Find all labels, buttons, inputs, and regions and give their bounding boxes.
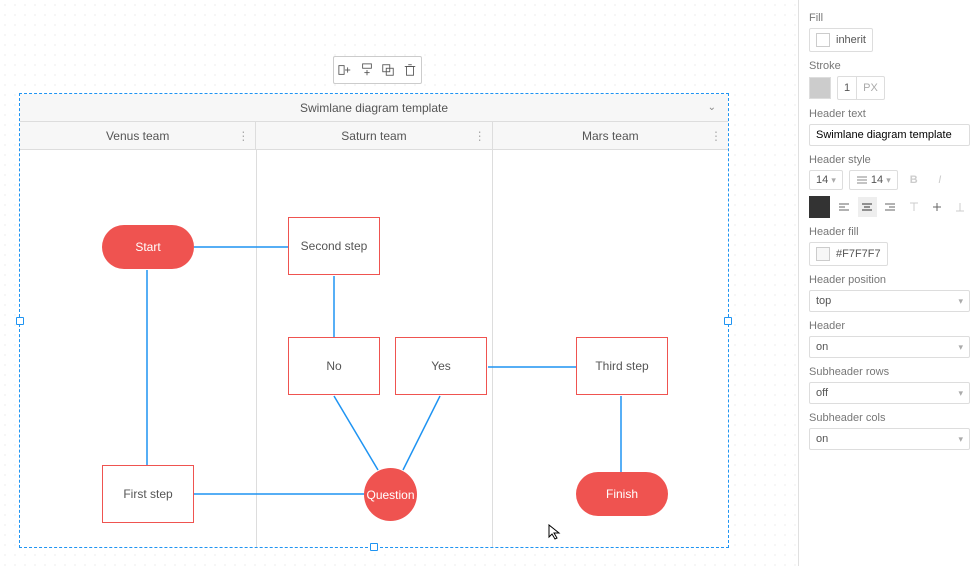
resize-handle-bottom[interactable] bbox=[370, 543, 378, 551]
properties-panel: Fill inherit Stroke 1 PX Header text Hea… bbox=[798, 0, 980, 566]
stroke-width-value[interactable]: 1 bbox=[838, 77, 857, 99]
node-label: Finish bbox=[606, 487, 638, 501]
node-yes[interactable]: Yes bbox=[395, 337, 487, 395]
line-height-icon bbox=[856, 174, 868, 186]
node-label: Second step bbox=[301, 239, 368, 253]
subheader-rows-select[interactable]: off ▾ bbox=[809, 382, 970, 404]
node-label: Start bbox=[135, 240, 160, 254]
node-third-step[interactable]: Third step bbox=[576, 337, 668, 395]
resize-handle-right[interactable] bbox=[724, 317, 732, 325]
header-toggle-label: Header bbox=[809, 320, 970, 332]
fill-color-swatch[interactable] bbox=[816, 33, 830, 47]
column-label: Mars team bbox=[582, 129, 639, 143]
fill-label: Fill bbox=[809, 12, 970, 24]
subheader-rows-value: off bbox=[816, 387, 828, 399]
column-menu-icon[interactable]: ⋮ bbox=[710, 129, 722, 143]
subheader-cols-label: Subheader cols bbox=[809, 412, 970, 424]
chevron-down-icon: ▾ bbox=[958, 434, 963, 445]
subheader-cols-value: on bbox=[816, 433, 828, 445]
node-label: No bbox=[326, 359, 341, 373]
subheader-rows-label: Subheader rows bbox=[809, 366, 970, 378]
header-position-label: Header position bbox=[809, 274, 970, 286]
add-below-icon[interactable] bbox=[358, 61, 376, 79]
column-menu-icon[interactable]: ⋮ bbox=[474, 129, 486, 143]
canvas[interactable]: Swimlane diagram template ⌄ Venus team ⋮… bbox=[0, 0, 798, 566]
header-fill-control[interactable]: #F7F7F7 bbox=[809, 242, 888, 266]
node-finish[interactable]: Finish bbox=[576, 472, 668, 516]
node-label: Question bbox=[366, 488, 414, 502]
font-size-value: 14 bbox=[816, 174, 828, 186]
chevron-down-icon: ▾ bbox=[958, 296, 963, 307]
swimlane-title-bar[interactable]: Swimlane diagram template ⌄ bbox=[20, 94, 728, 122]
header-toggle-select[interactable]: on ▾ bbox=[809, 336, 970, 358]
align-center-button[interactable] bbox=[858, 197, 877, 217]
chevron-down-icon: ▾ bbox=[958, 388, 963, 399]
column-header-saturn[interactable]: Saturn team ⋮ bbox=[256, 122, 492, 149]
align-right-button[interactable] bbox=[881, 197, 900, 217]
valign-bottom-button[interactable] bbox=[951, 197, 970, 217]
stroke-color-swatch[interactable] bbox=[809, 77, 831, 99]
copy-icon[interactable] bbox=[379, 61, 397, 79]
chevron-down-icon: ▾ bbox=[958, 342, 963, 353]
header-position-select[interactable]: top ▾ bbox=[809, 290, 970, 312]
text-color-swatch[interactable] bbox=[809, 196, 830, 218]
subheader-cols-select[interactable]: on ▾ bbox=[809, 428, 970, 450]
node-question[interactable]: Question bbox=[364, 468, 417, 521]
add-right-icon[interactable] bbox=[336, 61, 354, 79]
swimlane-container[interactable]: Swimlane diagram template ⌄ Venus team ⋮… bbox=[19, 93, 729, 548]
column-label: Venus team bbox=[106, 129, 169, 143]
node-label: Third step bbox=[595, 359, 648, 373]
resize-handle-left[interactable] bbox=[16, 317, 24, 325]
stroke-unit: PX bbox=[857, 77, 884, 99]
fill-value: inherit bbox=[836, 34, 866, 46]
valign-top-button[interactable] bbox=[904, 197, 923, 217]
swimlane-title: Swimlane diagram template bbox=[300, 101, 448, 115]
node-first-step[interactable]: First step bbox=[102, 465, 194, 523]
node-toolbar bbox=[333, 56, 422, 84]
valign-middle-button[interactable] bbox=[927, 197, 946, 217]
font-size-select[interactable]: 14 ▾ bbox=[809, 170, 843, 190]
column-headers: Venus team ⋮ Saturn team ⋮ Mars team ⋮ bbox=[20, 122, 728, 150]
header-fill-label: Header fill bbox=[809, 226, 970, 238]
header-style-label: Header style bbox=[809, 154, 970, 166]
column-label: Saturn team bbox=[341, 129, 406, 143]
column-header-venus[interactable]: Venus team ⋮ bbox=[20, 122, 256, 149]
line-height-value: 14 bbox=[871, 174, 883, 186]
line-height-select[interactable]: 14 ▾ bbox=[849, 170, 898, 190]
header-text-input[interactable] bbox=[809, 124, 970, 146]
bold-button[interactable]: B bbox=[904, 170, 924, 190]
fill-control[interactable]: inherit bbox=[809, 28, 873, 52]
header-toggle-value: on bbox=[816, 341, 828, 353]
node-label: Yes bbox=[431, 359, 451, 373]
column-header-mars[interactable]: Mars team ⋮ bbox=[493, 122, 728, 149]
header-position-value: top bbox=[816, 295, 831, 307]
header-fill-swatch[interactable] bbox=[816, 247, 830, 261]
stroke-label: Stroke bbox=[809, 60, 970, 72]
stroke-width-control[interactable]: 1 PX bbox=[837, 76, 885, 100]
node-label: First step bbox=[123, 487, 172, 501]
header-text-label: Header text bbox=[809, 108, 970, 120]
chevron-down-icon[interactable]: ⌄ bbox=[708, 102, 716, 113]
node-no[interactable]: No bbox=[288, 337, 380, 395]
align-left-button[interactable] bbox=[834, 197, 853, 217]
italic-button[interactable]: I bbox=[930, 170, 950, 190]
node-start[interactable]: Start bbox=[102, 225, 194, 269]
node-second-step[interactable]: Second step bbox=[288, 217, 380, 275]
column-menu-icon[interactable]: ⋮ bbox=[237, 129, 249, 143]
header-fill-value: #F7F7F7 bbox=[836, 248, 881, 260]
delete-icon[interactable] bbox=[401, 61, 419, 79]
